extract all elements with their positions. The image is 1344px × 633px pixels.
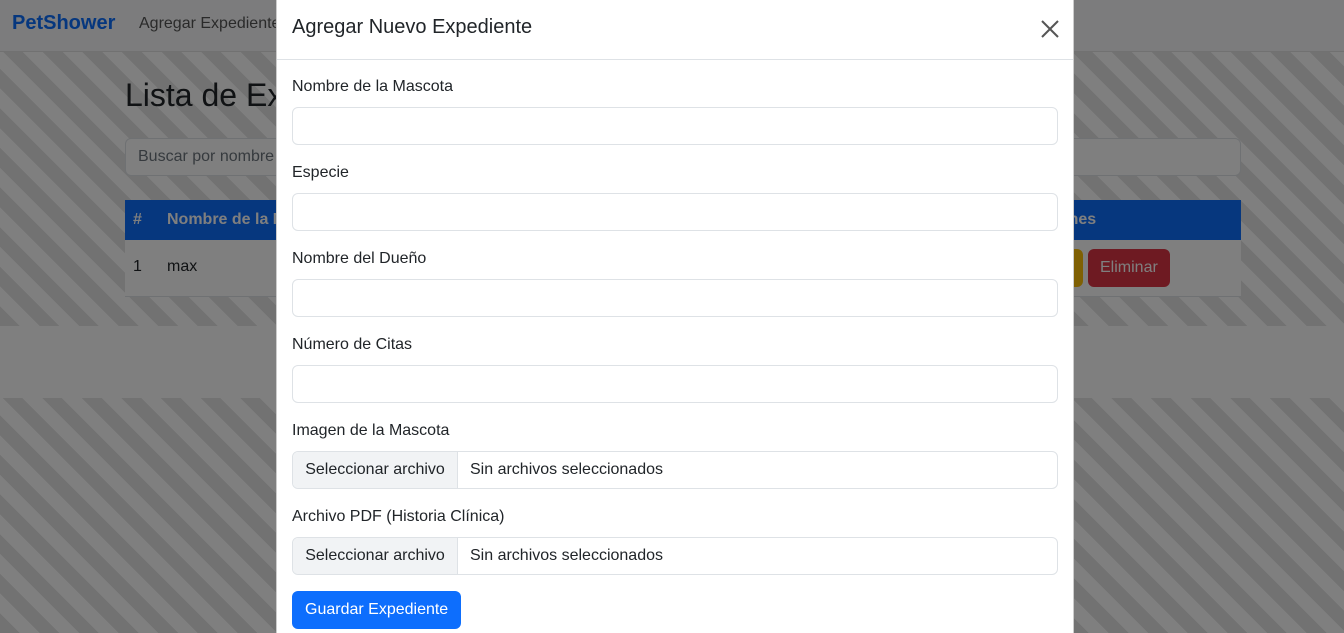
choose-pdf-button[interactable]: Seleccionar archivo [293, 538, 458, 574]
save-record-button[interactable]: Guardar Expediente [292, 591, 462, 629]
close-button[interactable] [1037, 16, 1063, 42]
modal-title: Agregar Nuevo Expediente [292, 16, 533, 38]
pdf-file-input[interactable]: Seleccionar archivo Sin archivos selecci… [292, 537, 1058, 575]
close-icon [1041, 20, 1059, 38]
owner-name-input[interactable] [292, 279, 1058, 317]
appointments-label: Número de Citas [292, 336, 413, 353]
add-record-modal: Agregar Nuevo Expediente Nombre de la Ma… [276, 0, 1074, 633]
modal-header: Agregar Nuevo Expediente [277, 0, 1073, 60]
file-status-text: Sin archivos seleccionados [470, 461, 663, 478]
species-input[interactable] [292, 193, 1058, 231]
pdf-status-text: Sin archivos seleccionados [470, 547, 663, 564]
pet-image-file-input[interactable]: Seleccionar archivo Sin archivos selecci… [292, 451, 1058, 489]
pet-image-label: Imagen de la Mascota [292, 422, 450, 439]
species-label: Especie [292, 164, 349, 181]
pet-name-label: Nombre de la Mascota [292, 78, 453, 95]
appointments-input[interactable] [292, 365, 1058, 403]
pdf-file-label: Archivo PDF (Historia Clínica) [292, 508, 505, 525]
pet-name-input[interactable] [292, 107, 1058, 145]
owner-name-label: Nombre del Dueño [292, 250, 427, 267]
choose-file-button[interactable]: Seleccionar archivo [293, 452, 458, 488]
